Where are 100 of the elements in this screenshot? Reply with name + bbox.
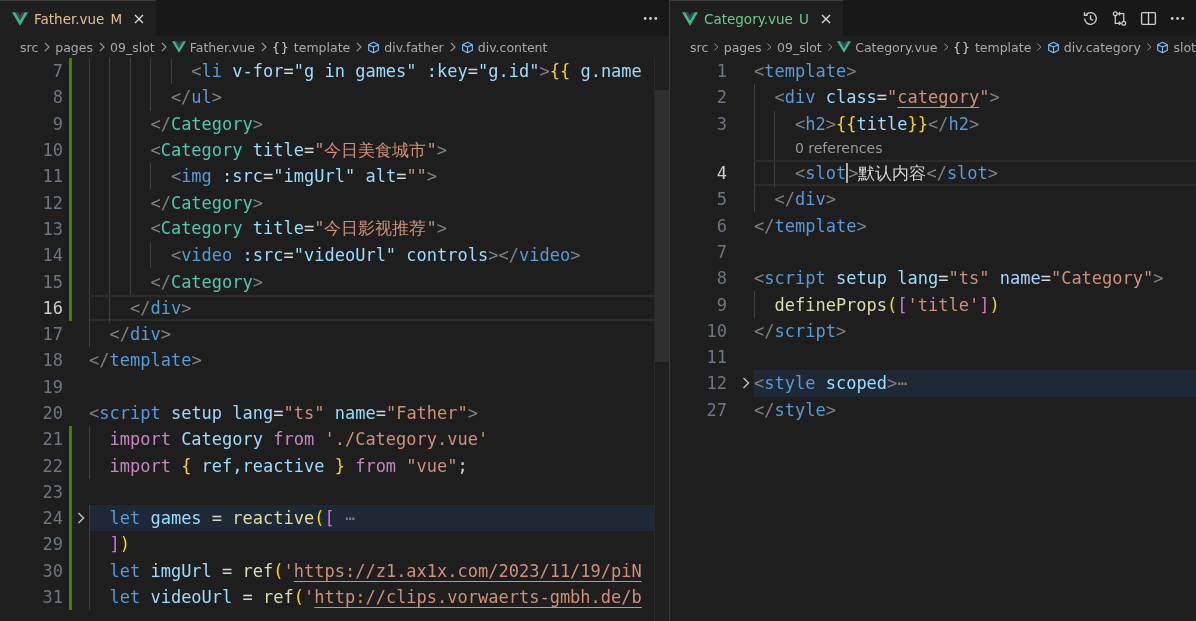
code-line: <style scoped>⋯ (754, 373, 908, 394)
breadcrumb-item[interactable]: 09_slot (110, 39, 155, 55)
chevron-icon (942, 42, 948, 52)
breadcrumb-item[interactable]: div.category (1046, 39, 1141, 55)
editor-tab[interactable]: Father.vue M (0, 0, 157, 36)
line-number: 2 (715, 87, 727, 108)
breadcrumb-item[interactable]: src (20, 39, 39, 55)
chevron-icon (713, 42, 719, 52)
line-number: 12 (41, 192, 63, 213)
code-line: <Category title="今日美食城市"> (150, 138, 447, 162)
line-number: 16 (41, 297, 63, 318)
braces-icon: {} (953, 39, 971, 55)
line-number: 14 (41, 245, 63, 266)
code-line: import Category from './Category.vue' (109, 429, 489, 450)
cube-icon (367, 40, 381, 54)
line-number: 9 (715, 294, 727, 315)
line-number: 11 (705, 347, 727, 368)
code-line: </style> (754, 399, 836, 420)
breadcrumb-item[interactable]: pages (723, 39, 762, 55)
line-number: 15 (41, 271, 63, 292)
code-line: </div> (109, 324, 171, 345)
chevron-icon (1145, 42, 1152, 52)
breadcrumb-item[interactable]: pages (55, 39, 93, 55)
breadcrumb-item[interactable]: 09_slot (777, 39, 822, 55)
line-number: 8 (51, 87, 63, 108)
code-line: </Category> (150, 271, 264, 292)
editor-tab[interactable]: Category.vue U (670, 0, 843, 36)
code-line: <slot>默认内容</slot> (794, 161, 999, 185)
line-number: 24 (41, 508, 63, 529)
chevron-icon (259, 42, 267, 52)
code-line: <div class="category"> (774, 87, 1000, 108)
scrollbar[interactable] (654, 58, 669, 621)
code-line: defineProps(['title']) (774, 294, 1000, 315)
code-line: <template> (754, 61, 857, 82)
fold-chevron-icon[interactable] (76, 512, 85, 525)
line-number: 10 (705, 320, 727, 341)
line-number: 17 (41, 324, 63, 345)
breadcrumb-item[interactable]: src (690, 39, 709, 55)
line-number: 19 (41, 376, 63, 397)
code-line: <script setup lang="ts" name="Category"> (754, 268, 1164, 289)
code-line: <Category title="今日影视推荐"> (150, 217, 447, 241)
code-line: </script> (754, 320, 847, 341)
code-line: <video :src="videoUrl" controls></video> (170, 245, 581, 266)
chevron-icon (159, 42, 167, 52)
line-number: 1 (715, 61, 727, 82)
line-number: 29 (41, 534, 63, 555)
code-line: </template> (89, 350, 202, 371)
breadcrumb-item[interactable]: slot (1156, 39, 1196, 55)
line-number: 18 (41, 350, 63, 371)
breadcrumb-item[interactable]: Father.vue (171, 39, 255, 55)
code-line: <li v-for="g in games" :key="g.id">{{ g.name (191, 61, 642, 82)
breadcrumb-item[interactable]: {} template (953, 39, 1032, 55)
code-line: </template> (754, 215, 867, 236)
code-line: let imgUrl = ref('https://z1.ax1x.com/2023/11/19/piN (109, 560, 642, 581)
chevron-icon (98, 42, 105, 52)
line-number: 13 (41, 218, 63, 239)
breadcrumb-item[interactable]: div.content (460, 39, 548, 55)
chevron-icon (1036, 42, 1042, 52)
chevron-icon (355, 42, 363, 52)
line-number: 31 (41, 587, 63, 608)
line-number: 8 (715, 268, 727, 289)
line-number: 11 (41, 166, 63, 187)
breadcrumb-item[interactable]: {} template (271, 39, 351, 55)
line-number: 22 (41, 455, 63, 476)
code-line: </div> (129, 297, 192, 318)
chevron-icon (766, 42, 772, 52)
cube-icon (460, 40, 474, 54)
braces-icon: {} (271, 39, 290, 55)
code-line: </div> (774, 189, 836, 210)
vue-icon (12, 11, 28, 26)
split-editor-icon[interactable] (1140, 9, 1157, 27)
line-number: 4 (715, 163, 727, 184)
history-icon[interactable] (1082, 9, 1099, 27)
line-number: 21 (41, 429, 63, 450)
breadcrumb-item[interactable]: Category.vue (837, 39, 938, 55)
code-line: import { ref,reactive } from "vue"; (109, 455, 468, 476)
line-number: 20 (41, 403, 63, 423)
line-number: 7 (715, 241, 727, 262)
fold-chevron-icon[interactable] (740, 377, 750, 390)
chevron-icon (43, 42, 51, 52)
compare-changes-icon[interactable] (1111, 9, 1128, 27)
vue-icon (682, 11, 698, 26)
vue-icon (837, 41, 852, 53)
line-number: 23 (41, 481, 63, 502)
code-line: ]) (109, 534, 130, 555)
line-number: 5 (715, 189, 727, 210)
breadcrumb-item[interactable]: div.father (367, 39, 444, 55)
line-number: 3 (715, 113, 727, 134)
line-number: 9 (51, 113, 63, 134)
code-lens[interactable]: 0 references (794, 140, 883, 157)
line-number: 6 (715, 215, 727, 236)
line-number: 27 (705, 399, 727, 420)
line-number: 30 (41, 560, 63, 581)
chevron-icon (448, 42, 456, 52)
vue-icon (171, 41, 186, 53)
code-line: </Category> (150, 113, 264, 134)
code-line: <script setup lang="ts" name="Father"> (89, 403, 479, 423)
code-line: <img :src="imgUrl" alt=""> (170, 166, 438, 187)
code-line: let games = reactive([ ⋯ (109, 508, 356, 529)
code-line: </ul> (170, 87, 223, 108)
